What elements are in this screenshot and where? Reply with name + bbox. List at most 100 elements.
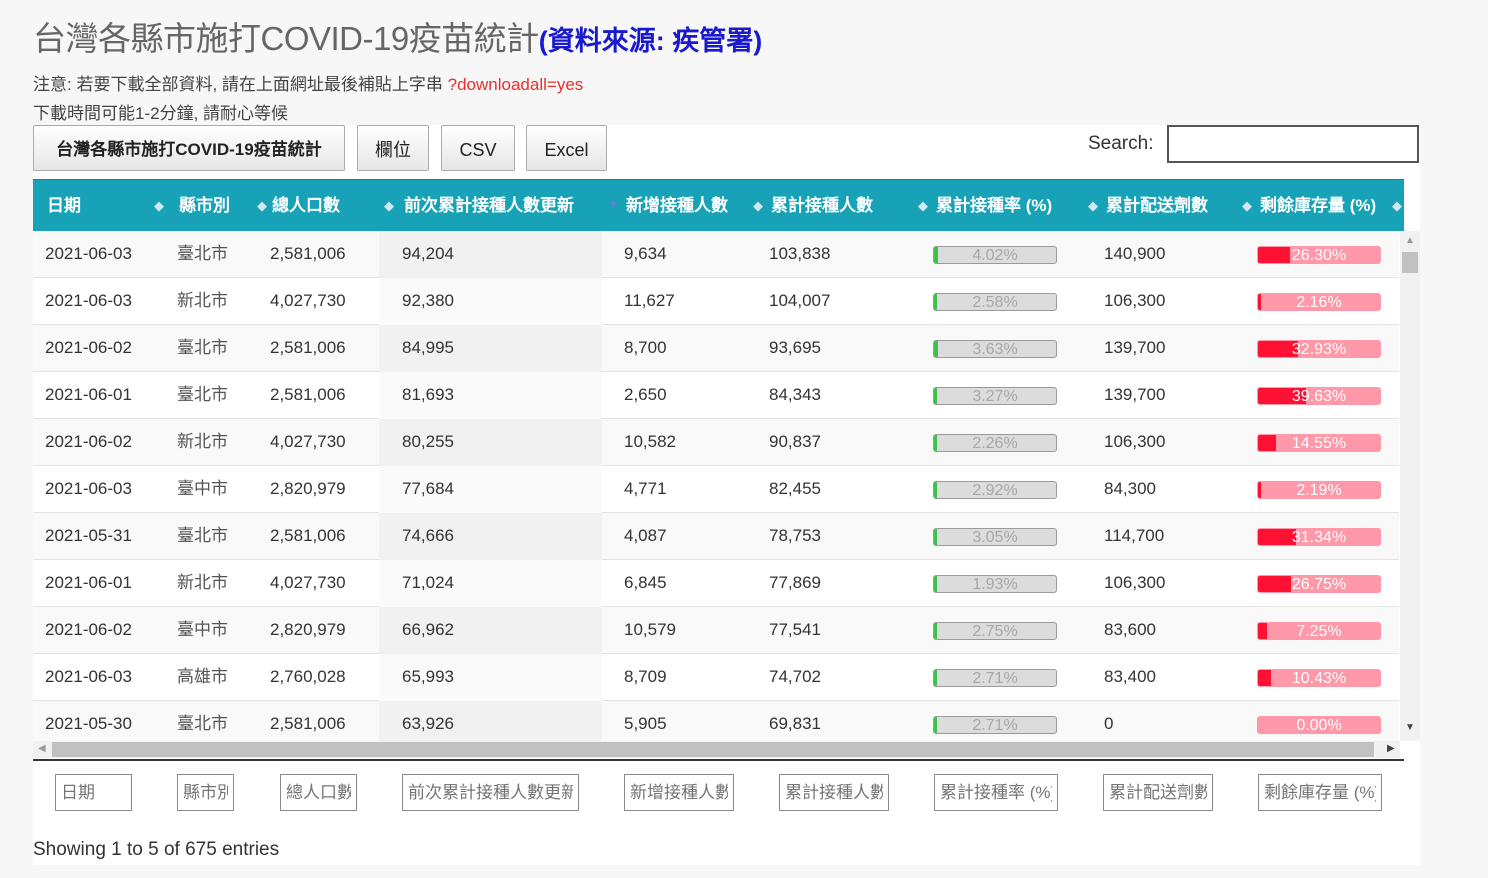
remaining-stock-bar: 2.19% (1257, 481, 1381, 499)
cell-date: 2021-05-30 (45, 714, 132, 733)
filter-input-city[interactable] (177, 774, 234, 811)
column-header-remaining-stock[interactable]: 剩餘庫存量 (%) (1260, 180, 1376, 231)
vaccination-rate-value: 2.71% (972, 717, 1018, 734)
cell-prev-cumulative: 74,666 (402, 526, 454, 545)
column-header-date[interactable]: 日期 (47, 180, 81, 231)
cell-date: 2021-06-03 (45, 667, 132, 686)
vertical-scroll-thumb[interactable] (1402, 252, 1418, 273)
vaccination-rate-bar: 2.92% (933, 481, 1057, 499)
sort-both-icon[interactable]: ◆ (1088, 180, 1098, 231)
cell-new-vaccinated: 10,582 (624, 432, 676, 451)
vaccination-rate-bar: 1.93% (933, 575, 1057, 593)
column-header-cumulative-vaccinated[interactable]: 累計接種人數 (771, 180, 873, 231)
remaining-stock-value: 7.25% (1296, 623, 1342, 640)
cell-prev-cumulative: 63,926 (402, 714, 454, 733)
table-row[interactable]: 2021-06-02 新北市 4,027,730 80,255 10,582 90,837… (33, 419, 1399, 466)
filter-input-date[interactable] (55, 774, 132, 811)
column-header-distributed-doses[interactable]: 累計配送劑數 (1106, 180, 1208, 231)
search-label: Search: (1088, 133, 1154, 154)
scroll-up-icon[interactable]: ▲ (1405, 235, 1415, 246)
table-row[interactable]: 2021-06-03 新北市 4,027,730 92,380 11,627 104,00… (33, 278, 1399, 325)
cell-distributed-doses: 106,300 (1104, 432, 1166, 451)
cell-prev-cumulative: 80,255 (402, 432, 454, 451)
filter-input-new-vaccinated[interactable] (624, 774, 734, 811)
csv-export-button[interactable]: CSV (441, 125, 515, 171)
cell-date: 2021-06-02 (45, 620, 132, 639)
columns-button[interactable]: 欄位 (357, 125, 429, 171)
cell-distributed-doses: 84,300 (1104, 479, 1156, 498)
page-title: 台灣各縣市施打COVID-19疫苗統計(資料來源: 疾管署) (33, 12, 762, 60)
vaccination-rate-bar: 2.71% (933, 669, 1057, 687)
filter-input-prev-cumulative[interactable] (402, 774, 579, 811)
sort-both-icon[interactable]: ◆ (1242, 180, 1252, 231)
remaining-stock-bar: 26.30% (1257, 246, 1381, 264)
filter-input-population[interactable] (280, 774, 357, 811)
vaccination-rate-value: 3.63% (972, 341, 1018, 358)
cell-cumulative-vaccinated: 104,007 (769, 291, 831, 310)
remaining-stock-value: 0.00% (1296, 717, 1342, 734)
cell-population: 2,581,006 (270, 526, 346, 545)
table-row[interactable]: 2021-05-31 臺北市 2,581,006 74,666 4,087 78,753 3… (33, 513, 1399, 560)
vaccination-rate-bar: 2.75% (933, 622, 1057, 640)
table-row[interactable]: 2021-05-30 臺北市 2,581,006 63,926 5,905 69,831 2… (33, 701, 1399, 741)
title-button[interactable]: 台灣各縣市施打COVID-19疫苗統計 (33, 125, 345, 171)
column-header-population[interactable]: 總人口數 (272, 180, 340, 231)
filter-input-distributed-doses[interactable] (1103, 774, 1213, 811)
remaining-stock-value: 26.30% (1291, 247, 1347, 264)
sort-both-icon[interactable]: ◆ (753, 180, 763, 231)
vaccination-rate-bar: 2.58% (933, 293, 1057, 311)
column-header-prev-cumulative[interactable]: 前次累計接種人數更新 (404, 180, 574, 231)
cell-new-vaccinated: 4,771 (624, 479, 667, 498)
table-row[interactable]: 2021-06-03 臺北市 2,581,006 94,204 9,634 103,838… (33, 231, 1399, 278)
cell-distributed-doses: 139,700 (1104, 385, 1166, 404)
scroll-left-icon[interactable]: ◀ (38, 743, 46, 754)
cell-date: 2021-06-03 (45, 291, 132, 310)
remaining-stock-bar: 14.55% (1257, 434, 1381, 452)
table-row[interactable]: 2021-06-01 新北市 4,027,730 71,024 6,845 77,869 1… (33, 560, 1399, 607)
sort-both-icon[interactable]: ◆ (1392, 180, 1402, 231)
cell-cumulative-vaccinated: 74,702 (769, 667, 821, 686)
scroll-down-icon[interactable]: ▼ (1405, 722, 1415, 733)
remaining-stock-bar: 7.25% (1257, 622, 1381, 640)
table-row[interactable]: 2021-06-02 臺中市 2,820,979 66,962 10,579 77,541… (33, 607, 1399, 654)
cell-cumulative-vaccinated: 77,869 (769, 573, 821, 592)
cell-cumulative-vaccinated: 90,837 (769, 432, 821, 451)
cell-date: 2021-06-01 (45, 385, 132, 404)
table-row[interactable]: 2021-06-02 臺北市 2,581,006 84,995 8,700 93,695 3… (33, 325, 1399, 372)
sort-desc-icon[interactable]: ▼ (608, 180, 619, 231)
cell-distributed-doses: 114,700 (1104, 526, 1165, 545)
column-header-new-vaccinated[interactable]: 新增接種人數 (626, 180, 728, 231)
cell-city: 臺北市 (177, 714, 228, 733)
filter-input-cumulative-rate[interactable] (934, 774, 1058, 811)
sort-both-icon[interactable]: ◆ (154, 180, 164, 231)
cell-date: 2021-06-03 (45, 479, 132, 498)
column-header-city[interactable]: 縣市別 (179, 180, 230, 231)
excel-export-button[interactable]: Excel (526, 125, 607, 171)
table-row[interactable]: 2021-06-03 臺中市 2,820,979 77,684 4,771 82,455 2… (33, 466, 1399, 513)
vaccination-rate-bar: 3.05% (933, 528, 1057, 546)
vaccination-rate-value: 3.27% (972, 388, 1018, 405)
remaining-stock-value: 14.55% (1291, 435, 1347, 452)
sort-both-icon[interactable]: ◆ (384, 180, 394, 231)
filter-input-remaining-stock[interactable] (1258, 774, 1382, 811)
cell-new-vaccinated: 8,709 (624, 667, 667, 686)
remaining-stock-bar: 10.43% (1257, 669, 1381, 687)
filter-input-cumulative-vaccinated[interactable] (779, 774, 889, 811)
table-row[interactable]: 2021-06-01 臺北市 2,581,006 81,693 2,650 84,343 3… (33, 372, 1399, 419)
search-input[interactable] (1167, 125, 1419, 163)
cell-cumulative-vaccinated: 84,343 (769, 385, 821, 404)
sort-both-icon[interactable]: ◆ (918, 180, 928, 231)
remaining-stock-value: 2.16% (1296, 294, 1342, 311)
horizontal-scroll-thumb[interactable] (52, 742, 1374, 757)
table-row[interactable]: 2021-06-03 高雄市 2,760,028 65,993 8,709 74,702 2… (33, 654, 1399, 701)
column-header-cumulative-rate[interactable]: 累計接種率 (%) (936, 180, 1052, 231)
vertical-scrollbar[interactable]: ▲ ▼ (1400, 231, 1420, 741)
scroll-right-icon[interactable]: ▶ (1387, 743, 1395, 754)
horizontal-scrollbar[interactable]: ◀ ▶ (33, 741, 1400, 758)
cell-new-vaccinated: 5,905 (624, 714, 667, 733)
cell-cumulative-vaccinated: 78,753 (769, 526, 821, 545)
cell-date: 2021-05-31 (45, 526, 132, 545)
sort-both-icon[interactable]: ◆ (257, 180, 267, 231)
remaining-stock-value: 2.19% (1296, 482, 1342, 499)
vaccination-rate-value: 2.71% (972, 670, 1018, 687)
